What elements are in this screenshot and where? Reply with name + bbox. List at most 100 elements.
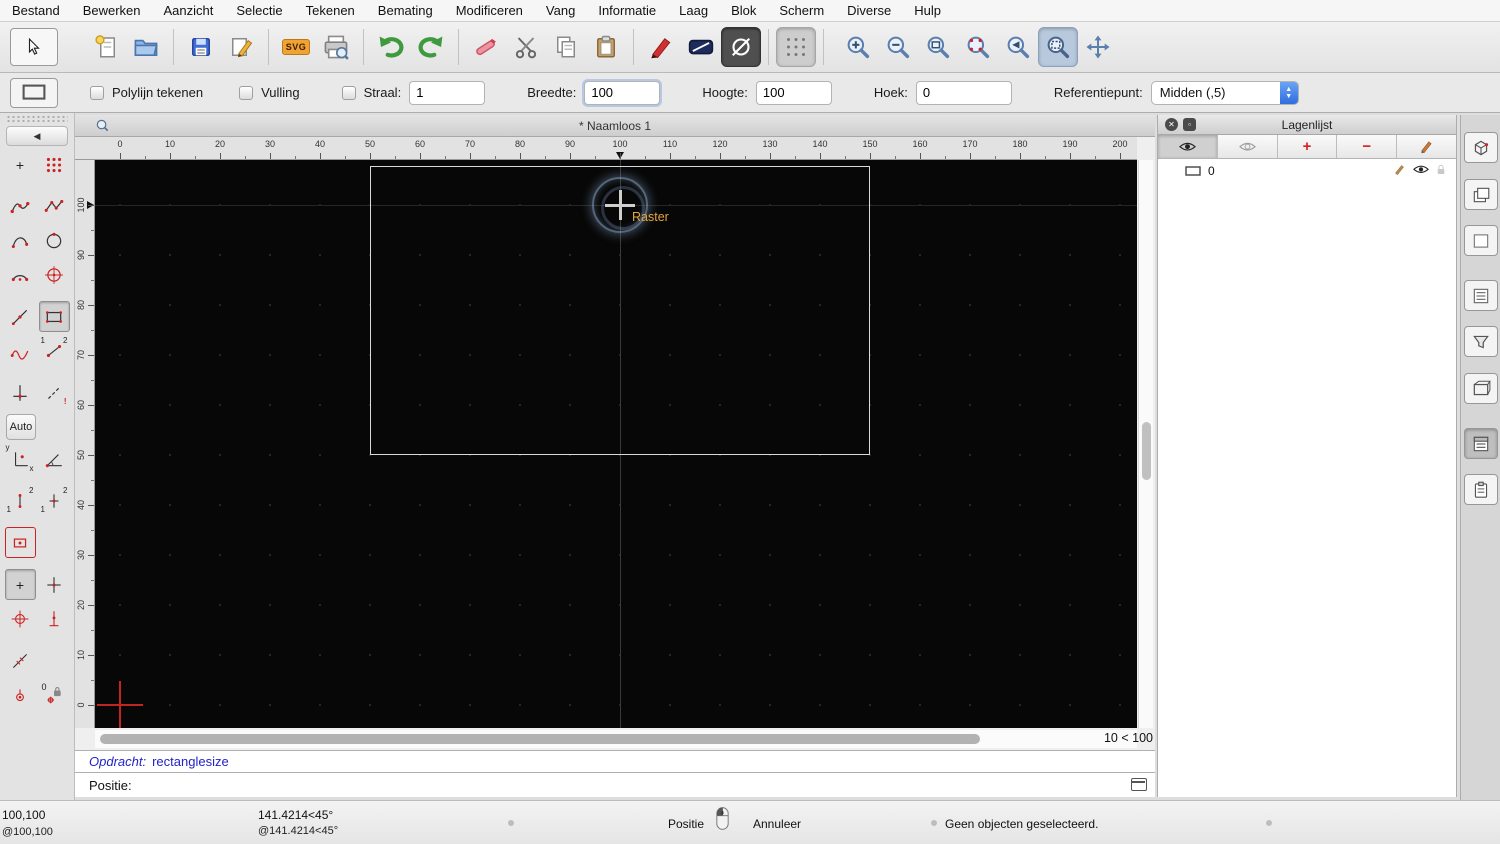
snap-intersection-tool[interactable] — [39, 569, 70, 600]
menu-bewerken[interactable]: Bewerken — [83, 3, 141, 18]
command-window-icon[interactable] — [1131, 778, 1147, 791]
arc-tool[interactable] — [5, 259, 36, 290]
cut-button[interactable] — [506, 27, 546, 67]
erase-button[interactable] — [466, 27, 506, 67]
show-all-layers-button[interactable] — [1158, 135, 1218, 158]
new-document-button[interactable] — [86, 27, 126, 67]
palette-collapse-button[interactable]: ◀ — [6, 126, 68, 146]
vertical-scrollbar[interactable] — [1138, 160, 1153, 728]
edit-layer-button[interactable] — [1397, 135, 1456, 158]
document-titlebar[interactable]: * Naamloos 1 — [75, 115, 1155, 137]
radius-checkbox[interactable] — [341, 85, 356, 100]
save-button[interactable] — [181, 27, 221, 67]
zoom-previous-button[interactable] — [998, 27, 1038, 67]
remove-layer-button[interactable]: − — [1337, 135, 1398, 158]
snap-angle-tool[interactable] — [5, 645, 36, 676]
numbered-points-tool[interactable]: 1 2 — [39, 335, 70, 366]
view-panel-button[interactable] — [1464, 373, 1498, 404]
drawing-canvas[interactable]: Raster — [95, 160, 1137, 728]
snap-point-tool-active[interactable]: + — [4, 569, 36, 600]
panel-close-icon[interactable]: ✕ — [1165, 118, 1178, 131]
copy-button[interactable] — [546, 27, 586, 67]
vertical-scrollbar-thumb[interactable] — [1142, 422, 1151, 480]
ordinate-horizontal-tool[interactable]: 1 2 — [39, 485, 70, 516]
menu-laag[interactable]: Laag — [679, 3, 708, 18]
menu-selectie[interactable]: Selectie — [236, 3, 282, 18]
snap-center-tool[interactable] — [5, 603, 36, 634]
window-magnifier-icon[interactable] — [95, 118, 110, 133]
edit-document-button[interactable] — [221, 27, 261, 67]
pen-style-button[interactable] — [641, 27, 681, 67]
position-input-line[interactable]: Positie: — [75, 772, 1155, 797]
grid-toggle-button-selected[interactable] — [776, 27, 816, 67]
perpendicular-tool[interactable] — [5, 377, 36, 408]
horizontal-scrollbar-thumb[interactable] — [100, 734, 980, 744]
angle-input[interactable] — [915, 80, 1012, 105]
zoom-extents-button[interactable] — [958, 27, 998, 67]
layer-row[interactable]: 0 — [1158, 159, 1456, 183]
line-style-button[interactable] — [681, 27, 721, 67]
coordinate-entry-tool[interactable]: y x — [5, 443, 36, 474]
print-preview-button[interactable] — [316, 27, 356, 67]
lock-reference-tool[interactable]: 0 — [39, 679, 70, 710]
menu-informatie[interactable]: Informatie — [598, 3, 656, 18]
paste-button[interactable] — [586, 27, 626, 67]
panel-detach-icon[interactable]: ▫ — [1183, 118, 1196, 131]
current-tool-indicator[interactable] — [10, 77, 58, 108]
point-tool[interactable]: + — [5, 149, 36, 180]
hide-layers-button[interactable] — [1217, 135, 1278, 158]
menu-vang[interactable]: Vang — [546, 3, 575, 18]
auto-mode-button[interactable]: Auto — [6, 414, 36, 440]
radius-input[interactable] — [409, 80, 486, 105]
menu-tekenen[interactable]: Tekenen — [306, 3, 355, 18]
horizontal-scrollbar[interactable] — [95, 730, 1137, 748]
fill-checkbox[interactable] — [239, 85, 254, 100]
palette-drag-handle[interactable] — [6, 115, 68, 123]
zoom-window-button-selected[interactable] — [1038, 27, 1078, 67]
construction-line-tool[interactable]: ! — [39, 377, 70, 408]
spline-tool[interactable] — [5, 225, 36, 256]
menu-hulp[interactable]: Hulp — [914, 3, 941, 18]
snap-node-tool[interactable] — [5, 679, 36, 710]
open-document-button[interactable] — [126, 27, 166, 67]
point-grid-tool[interactable] — [39, 149, 70, 180]
filter-panel-button[interactable] — [1464, 326, 1498, 357]
snap-perpendicular-tool[interactable] — [39, 603, 70, 634]
ellipse-tool[interactable] — [39, 225, 70, 256]
sheets-panel-button[interactable] — [1464, 179, 1498, 210]
undo-button[interactable] — [371, 27, 411, 67]
zoom-out-button[interactable] — [878, 27, 918, 67]
menu-blok[interactable]: Blok — [731, 3, 756, 18]
selection-region-tool[interactable] — [4, 527, 36, 558]
redo-button[interactable] — [411, 27, 451, 67]
select-tool-button[interactable] — [10, 28, 58, 66]
layer-visibility-eye-icon[interactable] — [1413, 164, 1429, 175]
center-circle-tool[interactable] — [39, 259, 70, 290]
model-panel-button[interactable] — [1464, 132, 1498, 163]
command-line[interactable]: Opdracht: rectanglesize — [75, 750, 1155, 772]
zoom-in-button[interactable] — [838, 27, 878, 67]
layer-edit-pencil-icon[interactable] — [1393, 163, 1406, 176]
rectangle-tool-active[interactable] — [38, 301, 70, 332]
menu-bemating[interactable]: Bemating — [378, 3, 433, 18]
freehand-tool[interactable] — [5, 335, 36, 366]
height-input[interactable] — [755, 80, 832, 105]
circle-mode-button-selected[interactable] — [721, 27, 761, 67]
reference-point-select[interactable]: Midden (,5) ▲ ▼ — [1150, 80, 1299, 105]
clipboard-panel-button[interactable] — [1464, 474, 1498, 505]
curve-points-tool[interactable] — [5, 191, 36, 222]
layers-list-panel-button-selected[interactable] — [1464, 428, 1498, 459]
pan-button[interactable] — [1078, 27, 1118, 67]
list-panel-button[interactable] — [1464, 280, 1498, 311]
menu-scherm[interactable]: Scherm — [779, 3, 824, 18]
page-panel-button[interactable] — [1464, 225, 1498, 256]
ordinate-vertical-tool[interactable]: 1 2 — [5, 485, 36, 516]
menu-aanzicht[interactable]: Aanzicht — [164, 3, 214, 18]
angle-entry-tool[interactable] — [39, 443, 70, 474]
svg-export-button[interactable]: SVG — [276, 27, 316, 67]
menu-bestand[interactable]: Bestand — [12, 3, 60, 18]
tangent-line-tool[interactable] — [5, 301, 36, 332]
polyline-points-tool[interactable] — [39, 191, 70, 222]
zoom-fit-button[interactable] — [918, 27, 958, 67]
add-layer-button[interactable]: + — [1277, 135, 1338, 158]
